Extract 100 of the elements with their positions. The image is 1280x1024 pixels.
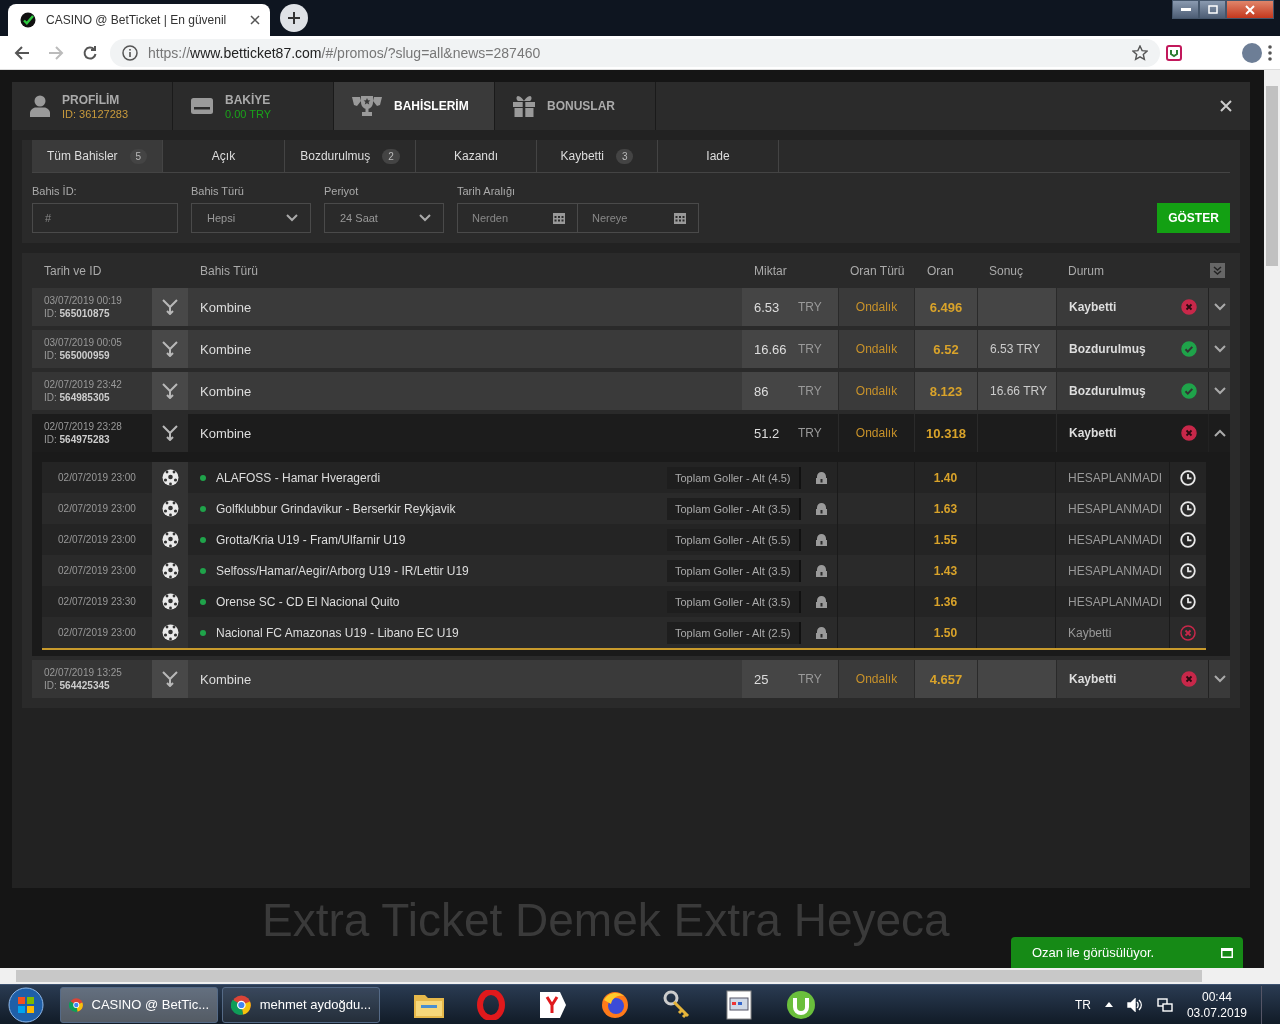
currency-label: TRY [798, 300, 822, 314]
lock-icon [815, 564, 827, 577]
tab-subtitle: ID: 36127283 [62, 107, 129, 120]
input-field[interactable]: # [32, 203, 178, 233]
odds-type-cell: Ondalık [838, 414, 915, 452]
tab-label: PROFİLİM [62, 92, 121, 107]
clock-date: 03.07.2019 [1186, 1005, 1247, 1020]
chevron-icon[interactable] [286, 214, 298, 222]
menu-icon[interactable] [1268, 44, 1272, 61]
bet-amount: 16.66 [754, 341, 788, 357]
match-link[interactable]: Orense SC - CD El Nacional Quito [216, 594, 400, 609]
selection-status: HESAPLANMADI [1068, 532, 1163, 547]
info-icon[interactable] [122, 44, 138, 61]
odds-type-cell: Ondalık [838, 288, 915, 326]
close-icon[interactable] [250, 15, 260, 25]
scrollbar[interactable] [1264, 70, 1280, 968]
selection-odds: 1.50 [933, 625, 958, 640]
column-header: Miktar [753, 263, 788, 278]
expand-button[interactable] [1208, 330, 1230, 368]
lock-icon [815, 595, 827, 608]
calendar-icon[interactable] [674, 212, 686, 224]
bet-id: ID: 564425345 [44, 680, 110, 691]
result-cell: 16.66 TRY [977, 372, 1056, 410]
round-logo-icon[interactable] [786, 989, 816, 1020]
match-link[interactable]: Grotta/Kria U19 - Fram/Ulfarnir U19 [216, 532, 406, 547]
chevron-icon[interactable] [419, 214, 431, 222]
bet-type-cell: Kombine [188, 288, 742, 326]
chevron-icon[interactable] [1213, 675, 1226, 683]
check-icon [1181, 383, 1197, 399]
filter-tab[interactable]: Bozdurulmuş 2 [285, 140, 416, 172]
star-icon[interactable] [1132, 44, 1148, 61]
chevron-icon[interactable] [1213, 303, 1226, 311]
bet-date: 02/07/2019 13:25 [44, 667, 122, 678]
caret-icon[interactable] [1104, 1002, 1113, 1007]
avatar[interactable] [1242, 42, 1262, 63]
maximize-button[interactable] [1199, 0, 1226, 19]
match-link[interactable]: Nacional FC Amazonas U19 - Libano EC U19 [216, 625, 459, 640]
document-icon[interactable] [726, 989, 752, 1020]
taskbar-button[interactable]: mehmet aydoğdu... [222, 986, 380, 1023]
bet-id: ID: 564975283 [44, 434, 110, 445]
chevron-icon[interactable] [1213, 345, 1226, 353]
globe-icon[interactable] [600, 989, 630, 1020]
market-tag: Toplam Goller - Alt (5.5) [667, 528, 801, 551]
date-field[interactable]: Nereye [578, 203, 699, 233]
trophy-icon [352, 95, 382, 117]
live-dot [200, 567, 206, 574]
column-header: Oran [926, 263, 955, 278]
market-tag: Toplam Goller - Alt (3.5) [667, 559, 801, 582]
address-bar[interactable]: https://www.betticket87.com/#/promos/?slug=all&news=287460 [110, 38, 1160, 67]
close-button[interactable] [1226, 0, 1274, 19]
new-tab-button[interactable] [280, 4, 308, 32]
match-link[interactable]: ALAFOSS - Hamar Hveragerdi [216, 470, 381, 485]
window-icon[interactable] [1221, 947, 1233, 958]
field-label: Tarih Aralığı [457, 185, 517, 197]
scrollbar-thumb[interactable] [1266, 86, 1278, 266]
match-date: 02/07/2019 23:00 [58, 503, 136, 514]
expand-button[interactable] [1208, 288, 1230, 326]
select-field[interactable]: Hepsi [191, 203, 311, 233]
filter-tab[interactable]: Açık [163, 140, 285, 172]
selection-status: HESAPLANMADI [1068, 594, 1163, 609]
ring-icon[interactable] [476, 989, 506, 1020]
chevron-icon[interactable] [1213, 429, 1226, 437]
filter-tab[interactable]: Kaybetti 3 [537, 140, 658, 172]
chevron-icon[interactable] [1213, 387, 1226, 395]
speaker-icon[interactable] [1126, 997, 1143, 1012]
maximize-icon[interactable] [1207, 5, 1218, 14]
extension-icon[interactable] [1166, 44, 1182, 61]
minimize-icon[interactable] [1180, 7, 1191, 12]
cross-icon [1181, 425, 1197, 441]
scrollbar-thumb[interactable] [16, 970, 1202, 982]
key-icon[interactable] [662, 989, 692, 1020]
filter-tab[interactable]: Kazandı [416, 140, 537, 172]
minimize-button[interactable] [1172, 0, 1199, 19]
back-icon[interactable] [14, 44, 30, 61]
branch-icon [162, 425, 178, 441]
bet-amount: 51.2 [754, 425, 781, 441]
account-tab[interactable]: BAHİSLERİM [334, 82, 495, 130]
filter-tab[interactable]: Iade [658, 140, 779, 172]
expand-button[interactable] [1208, 372, 1230, 410]
match-link[interactable]: Selfoss/Hamar/Aegir/Arborg U19 - IR/Lettir U19 [216, 563, 469, 578]
expand-button[interactable] [1208, 660, 1230, 698]
taskbar-button[interactable]: CASINO @ BetTic... [60, 986, 218, 1023]
odds-cell: 6.52 [915, 330, 977, 368]
shield-icon[interactable] [538, 989, 568, 1020]
select-field[interactable]: 24 Saat [324, 203, 444, 233]
selection-odds: 1.63 [933, 501, 958, 516]
status-cell: Kaybetti [1056, 660, 1170, 698]
network-icon[interactable] [1156, 996, 1173, 1013]
match-link[interactable]: Golfklubbur Grindavikur - Berserkir Reykjavik [216, 501, 456, 516]
filter-tab[interactable]: Tüm Bahisler 5 [32, 140, 163, 172]
reload-icon[interactable] [82, 44, 98, 61]
plus-icon[interactable] [288, 12, 300, 24]
calendar-icon[interactable] [553, 212, 565, 224]
date-field[interactable]: Nerden [457, 203, 578, 233]
bet-date: 03/07/2019 00:05 [44, 337, 122, 348]
chat-bar[interactable]: Ozan ile görüsülüyor. [1011, 937, 1243, 968]
browser-tab[interactable]: CASINO @ BetTicket | En güvenil [8, 4, 270, 36]
collapse-button[interactable] [1208, 414, 1230, 452]
bet-amount: 25 [754, 671, 770, 687]
language-indicator[interactable]: TR [1074, 997, 1091, 1012]
